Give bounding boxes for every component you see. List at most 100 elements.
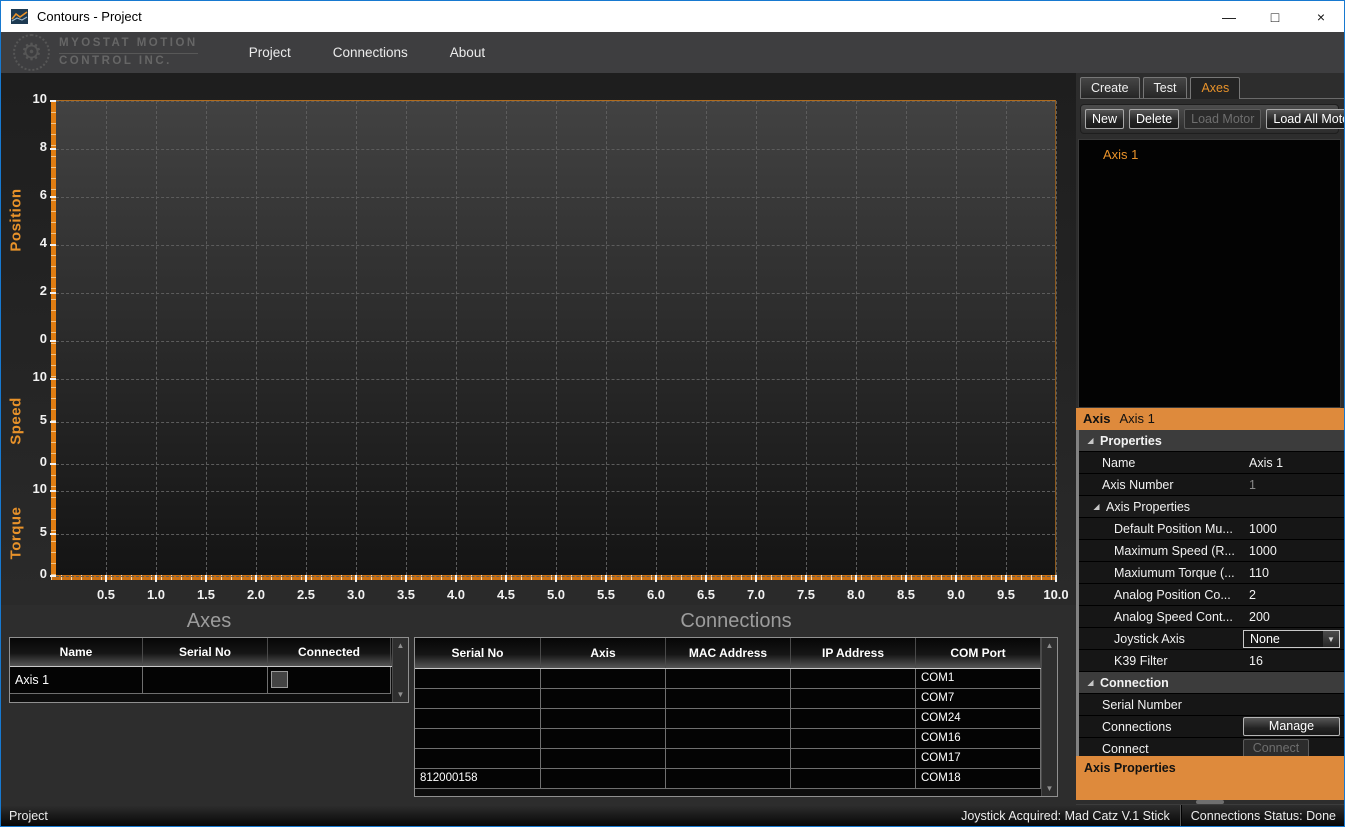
property-value[interactable]: 200 [1249, 606, 1270, 628]
cell-mac-address [666, 709, 791, 729]
property-connections: ConnectionsManage [1079, 716, 1344, 738]
tab-create[interactable]: Create [1080, 77, 1140, 98]
column-header-mac-address[interactable]: MAC Address [666, 638, 791, 668]
load-motor-button[interactable]: Load Motor [1184, 109, 1261, 129]
y-major-tick [50, 292, 56, 294]
connected-checkbox[interactable] [271, 671, 288, 688]
cell-serial-no [415, 709, 541, 729]
bottom-panels: Axes NameSerial NoConnectedAxis 1▲▼ Conn… [1, 605, 1076, 805]
vertical-scrollbar[interactable]: ▲▼ [1041, 638, 1057, 796]
property-k39-filter: K39 Filter16 [1079, 650, 1344, 672]
menu-item-about[interactable]: About [429, 39, 506, 66]
maximize-button[interactable]: □ [1252, 1, 1298, 32]
property-value[interactable]: 16 [1249, 650, 1263, 672]
connections-table-row[interactable]: COM24 [415, 709, 1057, 729]
v-gridline [556, 101, 557, 575]
property-value[interactable]: 1 [1249, 474, 1256, 496]
delete-button[interactable]: Delete [1129, 109, 1179, 129]
menu-item-project[interactable]: Project [228, 39, 312, 66]
property-label: Axis Number [1079, 478, 1174, 492]
v-gridline [1056, 101, 1057, 575]
manage-button[interactable]: Manage [1243, 717, 1340, 736]
y-tick-label: 0 [17, 454, 47, 469]
vertical-scrollbar[interactable]: ▲▼ [392, 638, 408, 702]
panel-splitter-handle[interactable] [1196, 800, 1224, 804]
new-button[interactable]: New [1085, 109, 1124, 129]
load-all-motor-button[interactable]: Load All Motor [1266, 109, 1345, 129]
column-header-serial-no[interactable]: Serial No [415, 638, 541, 668]
property-label: Connect [1079, 742, 1149, 756]
cell-ip-address [791, 749, 916, 769]
x-tick-label: 9.0 [931, 587, 981, 602]
menu-item-connections[interactable]: Connections [312, 39, 429, 66]
group-properties[interactable]: ◢Properties [1076, 430, 1344, 452]
close-button[interactable]: × [1298, 1, 1344, 32]
brand-line1: MYOSTAT MOTION [59, 36, 198, 54]
axes-panel: Axes NameSerial NoConnectedAxis 1▲▼ [9, 605, 409, 703]
connections-table-row[interactable]: COM17 [415, 749, 1057, 769]
status-connections: Connections Status: Done [1191, 809, 1336, 823]
x-major-tick [255, 575, 257, 582]
group-connection[interactable]: ◢Connection [1076, 672, 1344, 694]
minimize-button[interactable]: — [1206, 1, 1252, 32]
column-header-serial-no[interactable]: Serial No [143, 638, 268, 666]
selected-axis-name: Axis 1 [1119, 411, 1154, 426]
v-gridline [956, 101, 957, 575]
x-major-tick [1005, 575, 1007, 582]
v-gridline [656, 101, 657, 575]
y-tick-label: 5 [17, 412, 47, 427]
tab-test[interactable]: Test [1143, 77, 1188, 98]
axes-table-row[interactable]: Axis 1 [10, 667, 408, 694]
x-tick-label: 0.5 [81, 587, 131, 602]
connections-panel: Connections Serial NoAxisMAC AddressIP A… [414, 605, 1058, 797]
group-axis-properties[interactable]: ◢Axis Properties [1079, 496, 1344, 518]
property-value[interactable]: 1000 [1249, 540, 1277, 562]
column-header-ip-address[interactable]: IP Address [791, 638, 916, 668]
right-panel: CreateTestAxes NewDeleteLoad MotorLoad A… [1076, 73, 1344, 804]
x-major-tick [755, 575, 757, 582]
x-major-tick [905, 575, 907, 582]
cell-com-port: COM17 [916, 749, 1041, 769]
x-major-tick [105, 575, 107, 582]
connections-table-row[interactable]: COM7 [415, 689, 1057, 709]
cell-ip-address [791, 769, 916, 789]
property-value[interactable]: 110 [1249, 562, 1269, 584]
property-value[interactable]: 1000 [1249, 518, 1277, 540]
scroll-down-icon[interactable]: ▼ [397, 687, 405, 702]
property-analog-position-co: Analog Position Co...2 [1079, 584, 1344, 606]
column-header-com-port[interactable]: COM Port [916, 638, 1041, 668]
app-window: Contours - Project — □ × ⚙ MYOSTAT MOTIO… [0, 0, 1345, 827]
connections-table-row[interactable]: COM16 [415, 729, 1057, 749]
column-header-axis[interactable]: Axis [541, 638, 666, 668]
property-value[interactable]: 2 [1249, 584, 1256, 606]
connections-table-row[interactable]: 812000158COM18 [415, 769, 1057, 789]
cell-ip-address [791, 709, 916, 729]
cell-mac-address [666, 669, 791, 689]
scroll-up-icon[interactable]: ▲ [1046, 638, 1054, 653]
connect-button[interactable]: Connect [1243, 739, 1309, 756]
x-major-tick [305, 575, 307, 582]
property-maximum-speed-r: Maximum Speed (R...1000 [1079, 540, 1344, 562]
group-label: Properties [1100, 434, 1162, 448]
x-tick-label: 2.0 [231, 587, 281, 602]
x-major-tick [605, 575, 607, 582]
window-title: Contours - Project [37, 9, 142, 24]
scroll-up-icon[interactable]: ▲ [397, 638, 405, 653]
joystick-axis-combo[interactable]: None▼ [1243, 630, 1340, 648]
scroll-down-icon[interactable]: ▼ [1046, 781, 1054, 796]
cell-com-port: COM7 [916, 689, 1041, 709]
app-icon [11, 9, 28, 24]
x-tick-label: 4.5 [481, 587, 531, 602]
cell-serial-no [415, 729, 541, 749]
axis-list-item[interactable]: Axis 1 [1079, 140, 1340, 162]
axes-toolbar: NewDeleteLoad MotorLoad All Motor [1080, 104, 1339, 134]
x-major-tick [355, 575, 357, 582]
axes-table: NameSerial NoConnectedAxis 1▲▼ [9, 637, 409, 703]
column-header-name[interactable]: Name [10, 638, 143, 666]
connections-table-row[interactable]: COM1 [415, 669, 1057, 689]
column-header-connected[interactable]: Connected [268, 638, 391, 666]
group-label: Axis Properties [1106, 500, 1190, 514]
property-value[interactable]: Axis 1 [1249, 452, 1283, 474]
cell-serial-no [415, 689, 541, 709]
tab-axes[interactable]: Axes [1190, 77, 1240, 99]
